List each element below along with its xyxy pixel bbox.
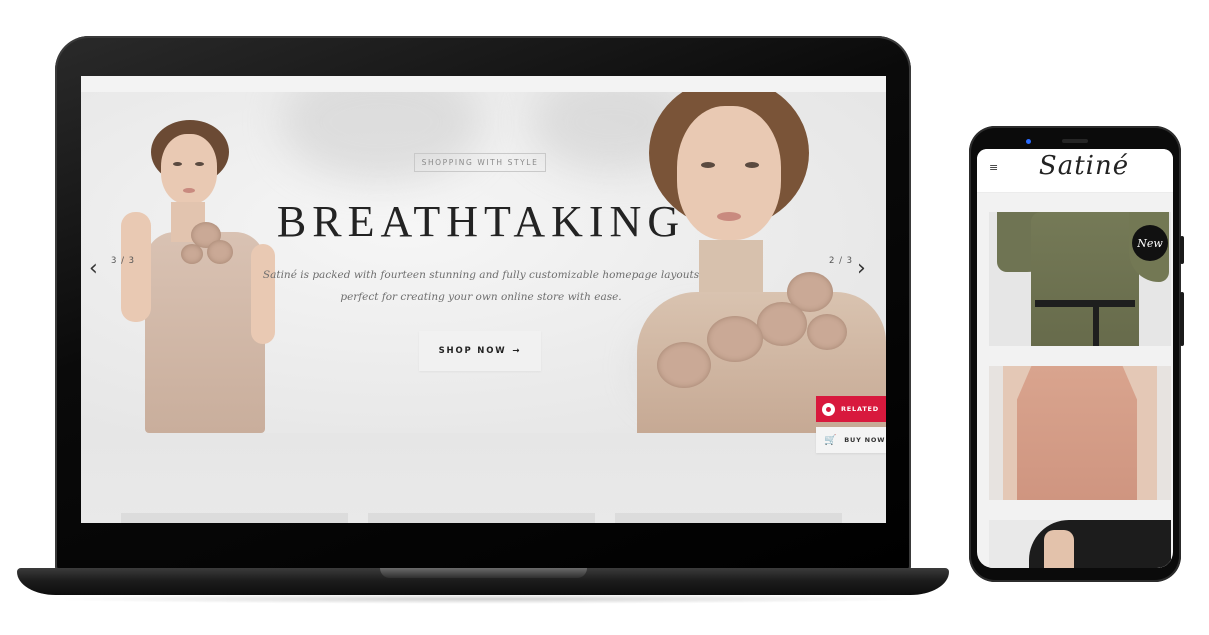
- related-icon: [822, 402, 835, 416]
- menu-icon[interactable]: ≡: [989, 161, 998, 174]
- hero-description-line: perfect for creating your own online sto…: [340, 291, 622, 303]
- hero-kicker: SHOPPING WITH STYLE: [414, 153, 546, 172]
- related-button[interactable]: RELATED: [816, 396, 886, 422]
- slide-counter-right: 2 / 3: [829, 256, 854, 266]
- card-placeholder: [121, 513, 348, 523]
- hero-title: BREATHTAKING: [276, 197, 686, 246]
- buy-now-label: BUY NOW: [844, 436, 886, 444]
- shop-now-button[interactable]: SHOP NOW →: [419, 331, 541, 371]
- phone-speaker: [1062, 139, 1088, 143]
- cart-icon: 🛒: [824, 434, 838, 446]
- chevron-right-icon[interactable]: ›: [857, 256, 866, 281]
- brand-logo[interactable]: Satiné: [1029, 151, 1139, 181]
- product-card[interactable]: [989, 366, 1171, 500]
- phone-side-button: [1180, 292, 1184, 346]
- phone-header: ≡ Satiné: [977, 149, 1173, 193]
- product-card[interactable]: [989, 520, 1171, 568]
- phone-side-button: [1180, 236, 1184, 264]
- camera-icon: [1026, 139, 1031, 144]
- slide-counter-left: 3 / 3: [111, 256, 136, 266]
- card-placeholder: [368, 513, 595, 523]
- content-area: [81, 433, 886, 523]
- hero-topbar: [81, 76, 886, 92]
- hero-description-line: Satiné is packed with fourteen stunning …: [262, 269, 700, 281]
- related-label: RELATED: [841, 405, 879, 413]
- card-placeholder: [615, 513, 842, 523]
- buy-now-button[interactable]: 🛒 BUY NOW: [816, 427, 886, 453]
- new-badge: New: [1132, 225, 1168, 261]
- hero-description: Satiné is packed with fourteen stunning …: [241, 264, 721, 308]
- shop-now-label: SHOP NOW: [438, 346, 507, 356]
- laptop-screen: SHOPPING WITH STYLE BREATHTAKING Satiné …: [81, 76, 886, 523]
- chevron-left-icon[interactable]: ‹: [89, 256, 98, 281]
- phone-screen: ≡ Satiné New: [977, 149, 1173, 568]
- arrow-right-icon: →: [512, 346, 522, 356]
- laptop-hinge-notch: [380, 568, 587, 578]
- laptop-shadow: [40, 594, 930, 604]
- hero-slider: SHOPPING WITH STYLE BREATHTAKING Satiné …: [81, 92, 886, 433]
